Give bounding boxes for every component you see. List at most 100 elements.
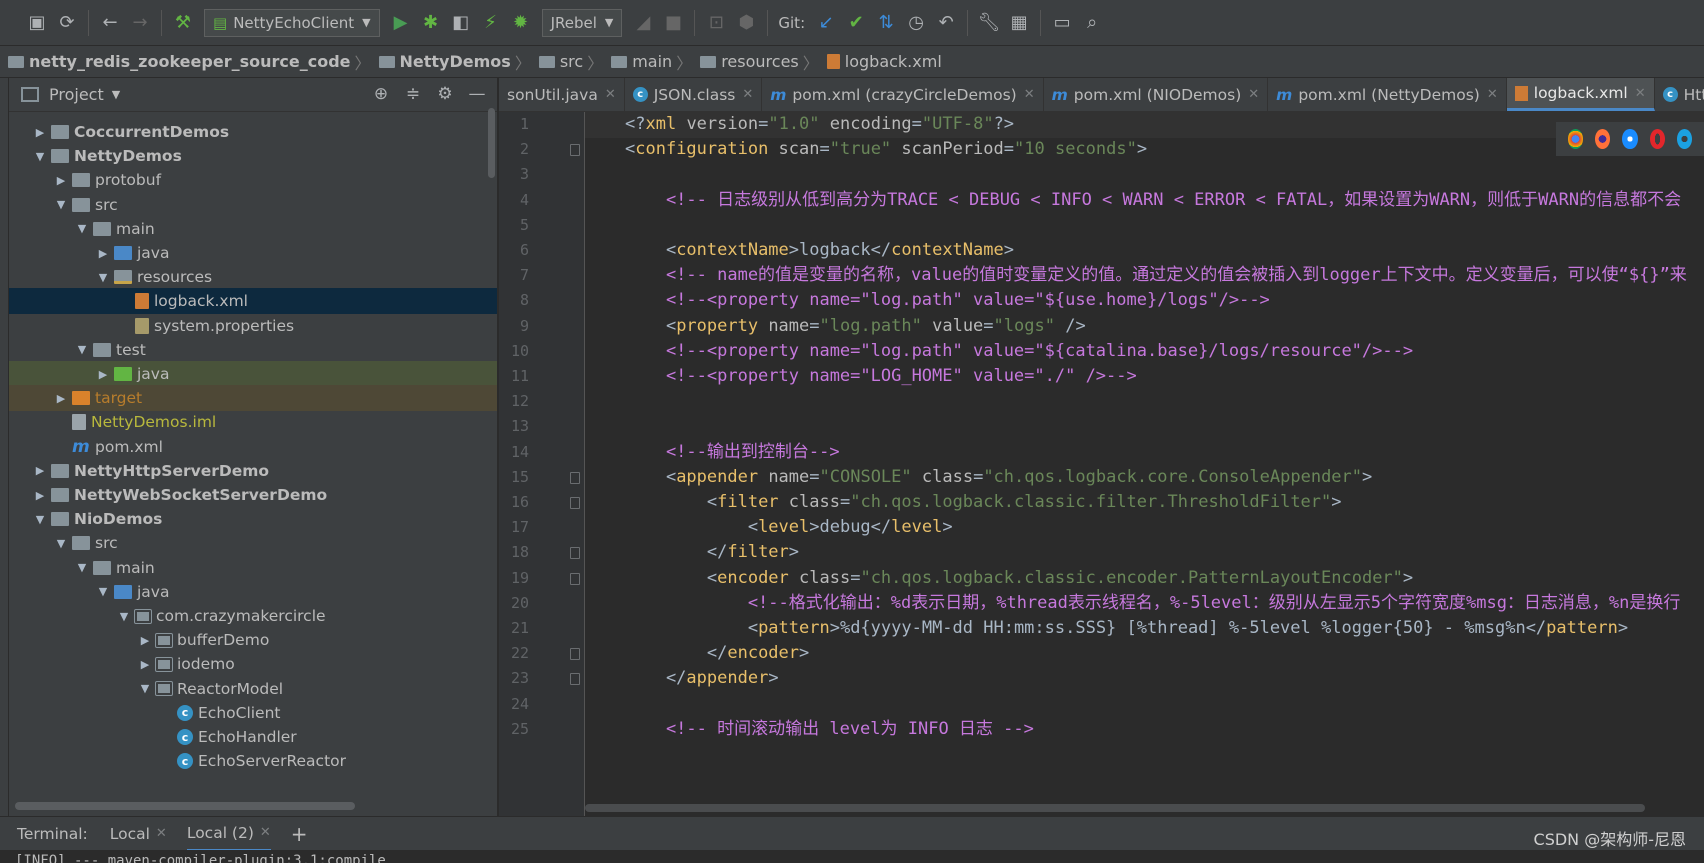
code-line[interactable]: <pattern>%d{yyyy-MM-dd HH:mm:ss.SSS} [%t…: [585, 615, 1704, 642]
close-icon[interactable]: ✕: [605, 87, 616, 102]
code-line[interactable]: <?xml version="1.0" encoding="UTF-8"?>: [585, 112, 1704, 138]
collapse-arrow-icon[interactable]: ▶: [92, 368, 114, 381]
editor-tab[interactable]: m pom.xml (NettyDemos) ✕: [1268, 78, 1507, 111]
tree-item[interactable]: logback.xml: [9, 288, 497, 315]
build-hammer-icon[interactable]: ⚒: [168, 8, 198, 38]
code-line[interactable]: </appender>: [585, 665, 1704, 692]
tree-item[interactable]: c EchoHandler: [9, 724, 497, 750]
tree-item[interactable]: ▶ CoccurrentDemos: [9, 119, 497, 145]
breadcrumb-project[interactable]: netty_redis_zookeeper_source_code 〉: [4, 50, 375, 74]
breadcrumb-module[interactable]: NettyDemos 〉: [375, 50, 535, 74]
editor-tab[interactable]: c JSON.class ✕: [625, 78, 763, 111]
expand-arrow-icon[interactable]: ▼: [92, 271, 114, 284]
debug-icon[interactable]: ✱: [416, 8, 446, 38]
breadcrumb-main[interactable]: main 〉: [607, 50, 696, 74]
code-line[interactable]: <!-- 时间滚动输出 level为 INFO 日志 -->: [585, 716, 1704, 743]
hide-panel-icon[interactable]: —: [461, 84, 493, 104]
project-view-selector[interactable]: Project: [49, 85, 104, 104]
editor-horizontal-scrollbar[interactable]: [585, 804, 1645, 812]
attach-icon[interactable]: ⊡: [701, 8, 731, 38]
tree-item[interactable]: ▼ test: [9, 337, 497, 363]
breadcrumb-src[interactable]: src 〉: [535, 50, 607, 74]
tree-item[interactable]: ▼ resources: [9, 264, 497, 290]
code-line[interactable]: <level>debug</level>: [585, 514, 1704, 541]
new-terminal-button[interactable]: +: [291, 822, 308, 846]
tree-item[interactable]: NettyDemos.iml: [9, 409, 497, 435]
code-line[interactable]: <filter class="ch.qos.logback.classic.fi…: [585, 489, 1704, 516]
tree-item[interactable]: ▶ NettyHttpServerDemo: [9, 458, 497, 484]
tree-item[interactable]: ▼ src: [9, 530, 497, 556]
expand-arrow-icon[interactable]: ▼: [113, 610, 135, 623]
collapse-arrow-icon[interactable]: ▶: [29, 489, 51, 502]
expand-arrow-icon[interactable]: ▼: [92, 585, 114, 598]
expand-arrow-icon[interactable]: ▼: [50, 198, 72, 211]
editor-tab[interactable]: logback.xml ✕: [1506, 78, 1655, 111]
run-icon[interactable]: ▶: [386, 8, 416, 38]
editor-tab[interactable]: m pom.xml (NIODemos) ✕: [1044, 78, 1269, 111]
code-line[interactable]: <!--<property name="LOG_HOME" value="./"…: [585, 363, 1704, 390]
terminal-tab-local[interactable]: Local ✕: [110, 825, 167, 843]
back-icon[interactable]: ←: [95, 8, 125, 38]
expand-arrow-icon[interactable]: ▼: [29, 513, 51, 526]
code-line[interactable]: [585, 691, 1704, 718]
presentation-icon[interactable]: ▭: [1047, 8, 1077, 38]
terminal-tab-local-2[interactable]: Local (2) ✕: [186, 817, 271, 851]
jrebel-update-icon[interactable]: ◢: [628, 8, 658, 38]
tree-item[interactable]: m pom.xml: [9, 434, 497, 460]
tree-item[interactable]: ▶ target: [9, 385, 497, 412]
editor-tab[interactable]: c HttpEch: [1655, 78, 1704, 111]
expand-arrow-icon[interactable]: ▼: [134, 682, 156, 695]
tree-item[interactable]: ▼ java: [9, 579, 497, 605]
code-line[interactable]: </encoder>: [585, 640, 1704, 667]
history-icon[interactable]: ◷: [901, 8, 931, 38]
close-icon[interactable]: ✕: [1248, 87, 1259, 102]
code-line[interactable]: <!--输出到控制台-->: [585, 439, 1704, 466]
collapse-arrow-icon[interactable]: ▶: [92, 247, 114, 260]
code-line[interactable]: <contextName>logback</contextName>: [585, 237, 1704, 264]
tree-vertical-scrollbar[interactable]: [488, 108, 495, 178]
fold-marker-icon[interactable]: [570, 144, 580, 157]
project-structure-icon[interactable]: ▦: [1004, 8, 1034, 38]
search-icon[interactable]: ⌕: [1077, 8, 1107, 38]
close-icon[interactable]: ✕: [1487, 87, 1498, 102]
git-commit-icon[interactable]: ✔: [841, 8, 871, 38]
save-icon[interactable]: ▣: [22, 8, 52, 38]
editor-tab[interactable]: m pom.xml (crazyCircleDemos) ✕: [762, 78, 1044, 111]
gear-icon[interactable]: ⚙: [429, 84, 461, 104]
tree-item[interactable]: ▶ java: [9, 240, 497, 266]
safari-icon[interactable]: [1622, 129, 1638, 149]
tree-item[interactable]: ▼ src: [9, 192, 497, 218]
expand-arrow-icon[interactable]: ▼: [29, 150, 51, 163]
tree-item[interactable]: ▶ protobuf: [9, 167, 497, 193]
opera-icon[interactable]: [1649, 129, 1665, 149]
fold-marker-icon[interactable]: [570, 471, 580, 484]
breadcrumb-file[interactable]: logback.xml: [823, 52, 942, 71]
locate-file-icon[interactable]: ⊕: [365, 84, 397, 104]
tree-item[interactable]: ▼ com.crazymakercircle: [9, 603, 497, 629]
code-line[interactable]: [585, 212, 1704, 239]
expand-arrow-icon[interactable]: ▼: [71, 561, 93, 574]
expand-arrow-icon[interactable]: ▼: [50, 537, 72, 550]
git-push-icon[interactable]: ⇅: [871, 8, 901, 38]
code-line[interactable]: <!--<property name="log.path" value="${c…: [585, 338, 1704, 365]
collapse-all-icon[interactable]: ≑: [397, 84, 429, 104]
deploy-icon[interactable]: ⬢: [731, 8, 761, 38]
tree-item[interactable]: ▼ main: [9, 555, 497, 581]
chrome-icon[interactable]: [1568, 129, 1584, 149]
jrebel-debug-icon[interactable]: ✹: [506, 8, 536, 38]
breadcrumb-resources[interactable]: resources 〉: [696, 50, 823, 74]
collapse-arrow-icon[interactable]: ▶: [50, 174, 72, 187]
tree-item[interactable]: ▼ NettyDemos: [9, 143, 497, 169]
git-update-icon[interactable]: ↙: [811, 8, 841, 38]
close-icon[interactable]: ✕: [742, 87, 753, 102]
tree-item[interactable]: ▶ bufferDemo: [9, 627, 497, 653]
tree-item[interactable]: ▼ ReactorModel: [9, 676, 497, 702]
jrebel-select[interactable]: JRebel ▼: [541, 8, 623, 37]
collapse-arrow-icon[interactable]: ▶: [134, 634, 156, 647]
collapse-arrow-icon[interactable]: ▶: [29, 464, 51, 477]
tree-item[interactable]: system.properties: [9, 313, 497, 339]
close-icon[interactable]: ✕: [1635, 86, 1646, 101]
close-icon[interactable]: ✕: [156, 826, 167, 841]
close-icon[interactable]: ✕: [1024, 87, 1035, 102]
code-line[interactable]: <!--格式化输出：%d表示日期，%thread表示线程名，%-5level：级…: [585, 590, 1704, 617]
